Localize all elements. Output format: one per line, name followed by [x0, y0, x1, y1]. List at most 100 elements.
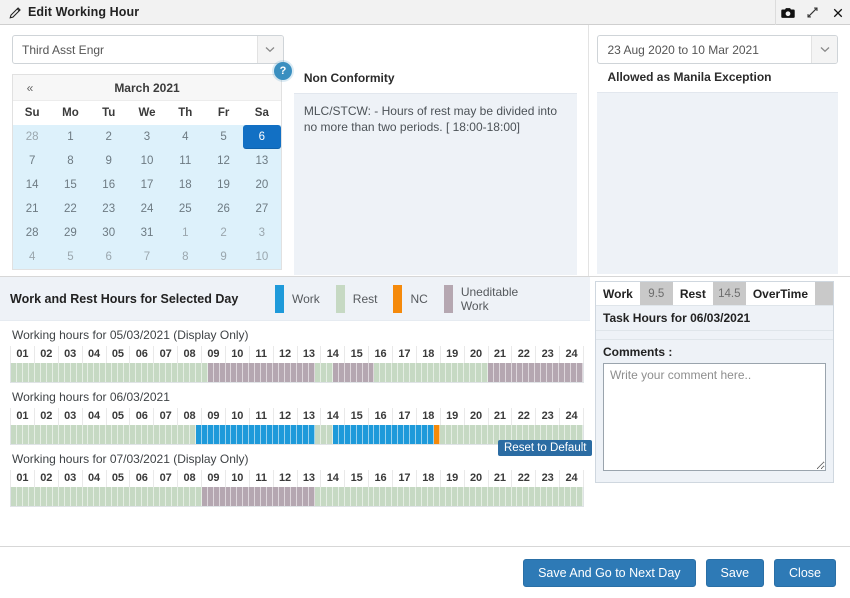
calendar-day[interactable]: 7 — [128, 245, 166, 269]
hour-tick: 07 — [154, 408, 179, 425]
period-select[interactable]: 23 Aug 2020 to 10 Mar 2021 — [597, 35, 839, 64]
calendar-day[interactable]: 22 — [51, 197, 89, 221]
calendar-day[interactable]: 10 — [243, 245, 281, 269]
calendar-day[interactable]: 19 — [204, 173, 242, 197]
legend-swatch-icon — [275, 284, 284, 313]
timeline-date-label: Working hours for 07/03/2021 (Display On… — [12, 452, 249, 466]
calendar-day[interactable]: 4 — [13, 245, 51, 269]
hour-tick: 23 — [536, 470, 561, 487]
hour-tick: 20 — [465, 470, 489, 487]
calendar-day[interactable]: 11 — [166, 149, 204, 173]
calendar-day[interactable]: 28 — [13, 125, 51, 149]
hour-tick: 24 — [560, 470, 584, 487]
hour-tick: 18 — [417, 470, 441, 487]
calendar-dow-we: We — [138, 107, 156, 119]
calendar-day[interactable]: 16 — [90, 173, 128, 197]
hour-tick: 14 — [321, 346, 346, 363]
calendar-day[interactable]: 5 — [204, 125, 242, 149]
calendar-day[interactable]: 10 — [128, 149, 166, 173]
hour-tick: 18 — [417, 408, 441, 425]
hour-tick: 14 — [321, 408, 346, 425]
close-button[interactable] — [825, 0, 850, 25]
overtime-total-value — [815, 282, 833, 305]
hour-tick: 20 — [465, 346, 489, 363]
screenshot-button[interactable] — [775, 0, 800, 25]
calendar-day[interactable]: 28 — [13, 221, 51, 245]
expand-button[interactable] — [800, 0, 825, 25]
hour-tick: 21 — [489, 346, 513, 363]
calendar-day[interactable]: 2 — [90, 125, 128, 149]
calendar-dow-sa: Sa — [254, 107, 269, 119]
legend-swatch-icon — [443, 284, 453, 313]
save-button[interactable]: Save — [705, 558, 765, 587]
calendar-header: « March 2021 — [13, 75, 281, 101]
calendar-day[interactable]: 23 — [90, 197, 128, 221]
calendar-day[interactable]: 13 — [243, 149, 281, 173]
hour-tick: 15 — [345, 408, 370, 425]
rank-select-value: Third Asst Engr — [22, 42, 105, 57]
legend-label: Rest — [352, 291, 378, 306]
hour-tick: 13 — [298, 470, 322, 487]
hour-tick: 24 — [560, 408, 584, 425]
hour-tick: 04 — [83, 408, 107, 425]
summary-box: Work 9.5 Rest 14.5 OverTime Task Hours f… — [595, 281, 834, 483]
hour-tick: 17 — [393, 346, 417, 363]
calendar-day[interactable]: 26 — [204, 197, 242, 221]
calendar-day[interactable]: 8 — [166, 245, 204, 269]
timeline-hour-ticks: 01 02 03 04 05 06 07 08 09 10 11 12 13 14 15 16 17 18 19 20… — [10, 470, 584, 487]
period-select-value: 23 Aug 2020 to 10 Mar 2021 — [607, 42, 759, 57]
calendar-day[interactable]: 18 — [166, 173, 204, 197]
save-and-next-day-button[interactable]: Save And Go to Next Day — [523, 558, 696, 587]
task-hours-body — [596, 331, 833, 340]
timeline-block: Working hours for 06/03/2021 01 02 03 04 05 06… — [0, 383, 593, 456]
chevron-down-icon[interactable] — [256, 36, 283, 63]
hour-tick: 08 — [178, 470, 202, 487]
hour-tick: 12 — [274, 408, 298, 425]
overtime-total-label: OverTime — [745, 282, 815, 305]
calendar-day[interactable]: 25 — [166, 197, 204, 221]
calendar-day[interactable]: 15 — [51, 173, 89, 197]
rank-select[interactable]: Third Asst Engr — [12, 35, 284, 64]
date-picker-calendar[interactable]: « March 2021 Su Mo Tu We Th Fr Sa 28 1 2 3 4 5 6 7 8 9 1… — [12, 74, 282, 270]
calendar-day[interactable]: 3 — [128, 125, 166, 149]
calendar-day[interactable]: 21 — [13, 197, 51, 221]
hour-tick: 02 — [35, 408, 59, 425]
comments-input[interactable] — [603, 363, 826, 471]
calendar-day[interactable]: 17 — [128, 173, 166, 197]
calendar-day[interactable]: 20 — [243, 173, 281, 197]
timeline-rows: Working hours for 05/03/2021 (Display On… — [0, 321, 593, 507]
timeline-hour-ticks: 01 02 03 04 05 06 07 08 09 10 11 12 13 14 15 16 17 18 19 20… — [10, 408, 584, 425]
close-button-footer[interactable]: Close — [774, 558, 836, 587]
calendar-day[interactable]: 14 — [13, 173, 51, 197]
timeline-date-label: Working hours for 06/03/2021 — [12, 390, 170, 404]
calendar-day[interactable]: 8 — [51, 149, 89, 173]
calendar-day[interactable]: 12 — [204, 149, 242, 173]
calendar-day[interactable]: 3 — [243, 221, 281, 245]
calendar-day[interactable]: 24 — [128, 197, 166, 221]
hour-tick: 16 — [369, 346, 393, 363]
calendar-day[interactable]: 9 — [90, 149, 128, 173]
hour-tick: 01 — [11, 408, 35, 425]
calendar-day-selected[interactable]: 6 — [242, 125, 281, 149]
hour-tick: 05 — [107, 346, 131, 363]
calendar-day[interactable]: 5 — [51, 245, 89, 269]
hour-tick: 21 — [489, 408, 513, 425]
hour-tick: 19 — [441, 470, 465, 487]
calendar-day[interactable]: 29 — [51, 221, 89, 245]
calendar-day[interactable]: 27 — [243, 197, 281, 221]
calendar-day[interactable]: 7 — [13, 149, 51, 173]
legend-label: Work — [292, 291, 320, 306]
calendar-day[interactable]: 31 — [128, 221, 166, 245]
calendar-prev-button[interactable]: « — [13, 81, 47, 95]
calendar-day[interactable]: 9 — [204, 245, 242, 269]
calendar-day[interactable]: 30 — [90, 221, 128, 245]
calendar-day[interactable]: 4 — [166, 125, 204, 149]
help-icon[interactable]: ? — [274, 62, 292, 80]
calendar-day[interactable]: 1 — [166, 221, 204, 245]
hour-tick: 22 — [512, 346, 537, 363]
calendar-day[interactable]: 6 — [90, 245, 128, 269]
calendar-day[interactable]: 1 — [51, 125, 89, 149]
calendar-day[interactable]: 2 — [204, 221, 242, 245]
hour-tick: 11 — [250, 408, 274, 425]
chevron-down-icon[interactable] — [811, 36, 838, 63]
